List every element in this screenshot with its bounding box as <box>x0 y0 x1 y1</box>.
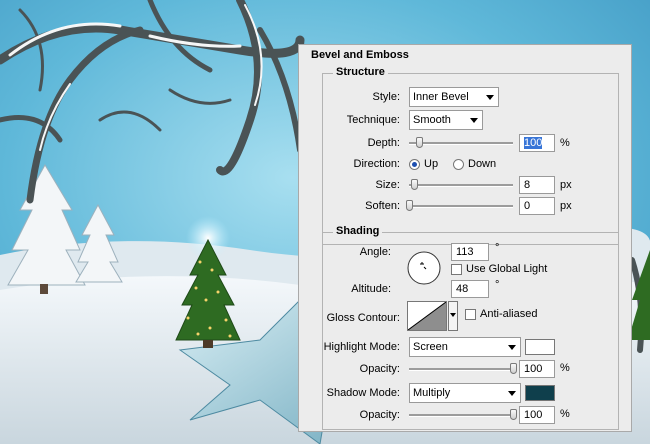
soften-unit: px <box>560 200 572 212</box>
altitude-unit: ° <box>495 279 500 291</box>
chevron-down-icon <box>508 345 516 350</box>
depth-input[interactable]: 100 <box>519 134 555 152</box>
depth-slider-thumb[interactable] <box>416 137 424 148</box>
panel-title: Bevel and Emboss <box>311 49 409 61</box>
gloss-contour-picker[interactable] <box>407 301 447 331</box>
direction-up-radio[interactable] <box>409 159 420 170</box>
chevron-down-icon <box>450 313 456 317</box>
angle-input[interactable]: 113 <box>451 243 489 261</box>
size-slider-thumb[interactable] <box>411 179 419 190</box>
technique-select[interactable]: Smooth <box>409 110 483 130</box>
size-input[interactable]: 8 <box>519 176 555 194</box>
soften-label: Soften: <box>365 200 400 212</box>
depth-slider[interactable] <box>409 137 513 149</box>
chevron-down-icon <box>470 118 478 123</box>
shadow-opacity-unit: % <box>560 408 570 420</box>
shading-title: Shading <box>333 225 383 237</box>
global-light-label: Use Global Light <box>466 263 548 275</box>
shading-group: Shading Angle: 113 ° Use Global Light Al… <box>322 225 619 430</box>
shadow-opacity-input[interactable]: 100 <box>519 406 555 424</box>
shadow-mode-value: Multiply <box>413 387 451 399</box>
bevel-emboss-panel: Bevel and Emboss Structure Style: Inner … <box>298 44 632 432</box>
size-label: Size: <box>375 179 400 191</box>
depth-label: Depth: <box>367 137 400 149</box>
technique-value: Smooth <box>413 114 451 126</box>
global-light-checkbox[interactable] <box>451 264 462 275</box>
highlight-mode-label: Highlight Mode: <box>323 341 400 353</box>
structure-title: Structure <box>333 66 388 78</box>
altitude-label: Altitude: <box>351 283 391 295</box>
highlight-color-swatch[interactable] <box>525 339 555 355</box>
angle-unit: ° <box>495 242 500 254</box>
direction-label: Direction: <box>353 158 400 170</box>
highlight-opacity-slider[interactable] <box>409 363 517 375</box>
size-unit: px <box>560 179 572 191</box>
shadow-mode-label: Shadow Mode: <box>326 387 400 399</box>
style-select[interactable]: Inner Bevel <box>409 87 499 107</box>
technique-label: Technique: <box>346 114 400 126</box>
angle-label: Angle: <box>359 246 391 258</box>
soften-slider-thumb[interactable] <box>406 200 413 211</box>
shadow-opacity-label: Opacity: <box>359 409 400 421</box>
chevron-down-icon <box>486 95 494 100</box>
highlight-opacity-input[interactable]: 100 <box>519 360 555 378</box>
altitude-input[interactable]: 48 <box>451 280 489 298</box>
gloss-contour-dropdown[interactable] <box>448 301 458 331</box>
direction-down-radio[interactable] <box>453 159 464 170</box>
highlight-mode-value: Screen <box>413 341 448 353</box>
size-slider[interactable] <box>409 179 513 191</box>
highlight-opacity-unit: % <box>560 362 570 374</box>
direction-up-label: Up <box>424 158 439 170</box>
gloss-contour-label: Gloss Contour: <box>326 312 400 324</box>
soften-slider[interactable] <box>406 200 513 212</box>
shadow-color-swatch[interactable] <box>525 385 555 401</box>
style-label: Style: <box>372 91 400 103</box>
anti-aliased-checkbox[interactable] <box>465 309 476 320</box>
shadow-mode-select[interactable]: Multiply <box>409 383 521 403</box>
shadow-opacity-slider[interactable] <box>409 409 517 421</box>
soften-input[interactable]: 0 <box>519 197 555 215</box>
chevron-down-icon <box>508 391 516 396</box>
direction-down-label: Down <box>468 158 497 170</box>
highlight-mode-select[interactable]: Screen <box>409 337 521 357</box>
angle-dial[interactable] <box>407 251 441 285</box>
structure-group: Structure Style: Inner Bevel Technique: … <box>322 66 619 245</box>
highlight-opacity-label: Opacity: <box>359 363 400 375</box>
highlight-opacity-slider-thumb[interactable] <box>510 363 517 374</box>
depth-unit: % <box>560 137 570 149</box>
anti-aliased-label: Anti-aliased <box>480 308 538 320</box>
shadow-opacity-slider-thumb[interactable] <box>510 409 517 420</box>
style-value: Inner Bevel <box>413 91 469 103</box>
